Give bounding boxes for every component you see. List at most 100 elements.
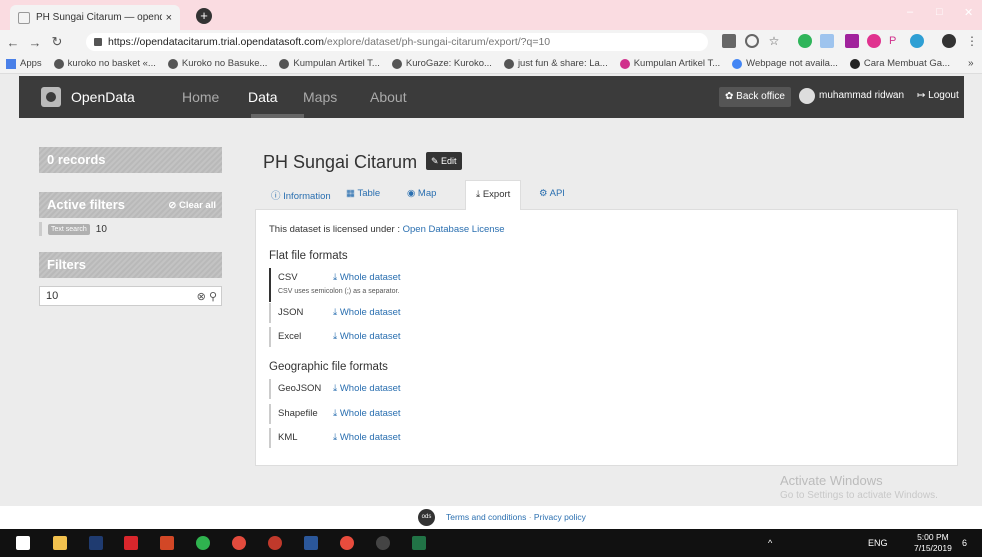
opendata-logo-lens [46, 92, 56, 102]
site-brand[interactable]: OpenData [71, 89, 135, 105]
back-arrow-icon[interactable]: ← [4, 35, 22, 50]
clock-time: 5:00 PM [917, 532, 949, 542]
file-explorer-icon[interactable] [53, 536, 67, 550]
download-csv-link[interactable]: ⤓ Whole dataset [333, 268, 401, 302]
nav-maps[interactable]: Maps [303, 89, 337, 105]
bookmark-item[interactable]: just fun & share: La... [503, 58, 608, 69]
fox-icon[interactable] [376, 536, 390, 550]
filters-header: Filters [39, 252, 222, 278]
reload-icon[interactable]: ↻ [48, 34, 66, 50]
window-close-button[interactable]: ✕ [964, 6, 973, 19]
tab-api[interactable]: ⚙ API [539, 188, 565, 199]
filter-search-value: 10 [46, 290, 59, 302]
search-icon[interactable]: ⚲ [209, 291, 217, 303]
word-icon[interactable] [304, 536, 318, 550]
nav-data[interactable]: Data [248, 89, 278, 105]
activate-windows-subtitle: Go to Settings to activate Windows. [780, 490, 938, 501]
back-office-button[interactable]: ✿ Back office [719, 87, 791, 107]
download-geojson-link[interactable]: ⤓ Whole dataset [333, 379, 401, 399]
browser-titlebar: PH Sungai Citarum — opendatac × + – □ ✕ [0, 0, 982, 30]
powerpoint-icon[interactable] [160, 536, 174, 550]
bookmark-item[interactable]: Kuroko no Basuke... [167, 58, 267, 69]
format-row-json: JSON ⤓ Whole dataset [269, 303, 401, 323]
language-indicator[interactable]: ENG [868, 538, 888, 548]
bookmark-item[interactable]: Kumpulan Artikel T... [619, 58, 720, 69]
windows-start-icon[interactable] [16, 536, 30, 550]
privacy-link[interactable]: Privacy policy [534, 512, 586, 522]
line-icon[interactable] [196, 536, 210, 550]
active-filter-item[interactable]: Text search 10 [39, 222, 107, 236]
tab-export[interactable]: ⤓ Export [465, 180, 522, 211]
window-minimize-button[interactable]: – [907, 6, 913, 18]
window-maximize-button[interactable]: □ [936, 6, 943, 18]
ods-badge[interactable]: ods [418, 509, 435, 526]
tab-title: PH Sungai Citarum — opendatac [36, 12, 162, 23]
active-filters-header: Active filters ⊘ Clear all [39, 192, 222, 218]
extension-x-icon[interactable] [845, 34, 859, 48]
tab-information[interactable]: ⓘ Information [271, 188, 331, 202]
forward-arrow-icon[interactable]: → [26, 35, 44, 50]
logout-button[interactable]: ↦ Logout [917, 90, 959, 101]
nav-home[interactable]: Home [182, 89, 219, 105]
user-name[interactable]: muhammad ridwan [819, 90, 904, 101]
extension-g-icon[interactable] [798, 34, 812, 48]
bookmark-label: kuroko no basket «... [67, 58, 156, 69]
acrobat-icon[interactable] [124, 536, 138, 550]
download-kml-link[interactable]: ⤓ Whole dataset [333, 428, 401, 448]
bookmark-item[interactable]: Kumpulan Artikel T... [279, 58, 380, 69]
bookmark-apps[interactable]: Apps [6, 58, 42, 69]
chrome-icon[interactable] [232, 536, 246, 550]
terms-link[interactable]: Terms and conditions [446, 512, 526, 522]
tab-map[interactable]: ◉ Map [407, 188, 436, 199]
filter-search-input[interactable]: 10 ⊗ ⚲ [39, 286, 222, 306]
license-line: This dataset is licensed under : Open Da… [269, 224, 505, 235]
download-shapefile-link[interactable]: ⤓ Whole dataset [333, 404, 401, 424]
chrome-menu-icon[interactable]: ⋮ [966, 34, 980, 48]
address-bar: ← → ↻ https://opendatacitarum.trial.open… [0, 30, 982, 54]
new-tab-button[interactable]: + [196, 8, 212, 24]
bookmark-label: just fun & share: La... [517, 58, 608, 69]
bookmark-label: Webpage not availa... [746, 58, 838, 69]
bookmark-item[interactable]: Cara Membuat Ga... [849, 58, 950, 69]
tab-close-icon[interactable]: × [166, 12, 172, 24]
site-header: OpenData Home Data Maps About ✿ Back off… [19, 76, 964, 118]
chrome-alt-icon[interactable] [340, 536, 354, 550]
taskbar-clock[interactable]: 5:00 PM 7/15/2019 [914, 532, 952, 554]
bookmark-item[interactable]: kuroko no basket «... [53, 58, 156, 69]
extension-p-icon[interactable]: P [889, 34, 903, 48]
download-excel-link[interactable]: ⤓ Whole dataset [333, 327, 401, 347]
tab-table[interactable]: ▦ Table [346, 188, 380, 199]
clear-search-icon[interactable]: ⊗ [197, 291, 206, 303]
browser-tab[interactable]: PH Sungai Citarum — opendatac × [10, 5, 180, 30]
nav-about[interactable]: About [370, 89, 407, 105]
lock-icon [94, 38, 102, 46]
bookmark-item[interactable]: Webpage not availa... [732, 58, 838, 69]
zoom-icon[interactable] [745, 34, 759, 48]
tab-favicon-icon [18, 11, 30, 24]
translate-icon[interactable] [722, 34, 736, 48]
bookmarks-overflow-button[interactable]: » [968, 58, 974, 69]
profile-avatar-icon[interactable] [942, 34, 956, 48]
license-link[interactable]: Open Database License [403, 224, 505, 235]
photoshop-icon[interactable] [89, 536, 103, 550]
bookmark-label: KuroGaze: Kuroko... [405, 58, 492, 69]
excel-icon[interactable] [412, 536, 426, 550]
bookmark-star-icon[interactable]: ☆ [767, 34, 781, 48]
url-input[interactable]: https://opendatacitarum.trial.opendataso… [86, 33, 708, 51]
download-json-link[interactable]: ⤓ Whole dataset [333, 303, 401, 323]
user-avatar[interactable] [799, 88, 815, 104]
format-name: KML [278, 432, 298, 443]
format-name: GeoJSON [278, 383, 322, 394]
globe-icon [391, 58, 402, 69]
extension-cloud-icon[interactable] [910, 34, 924, 48]
notification-count[interactable]: 6 [962, 538, 967, 548]
app-icon[interactable] [268, 536, 282, 550]
dataset-title: PH Sungai Citarum [263, 152, 418, 172]
csv-note: CSV uses semicolon (;) as a separator. [278, 288, 400, 295]
tray-overflow-icon[interactable]: ^ [768, 538, 772, 548]
clear-all-button[interactable]: ⊘ Clear all [168, 200, 216, 211]
extension-m-icon[interactable] [867, 34, 881, 48]
edit-button[interactable]: ✎ Edit [426, 152, 462, 170]
extension-doc-icon[interactable] [820, 34, 834, 48]
bookmark-item[interactable]: KuroGaze: Kuroko... [391, 58, 492, 69]
